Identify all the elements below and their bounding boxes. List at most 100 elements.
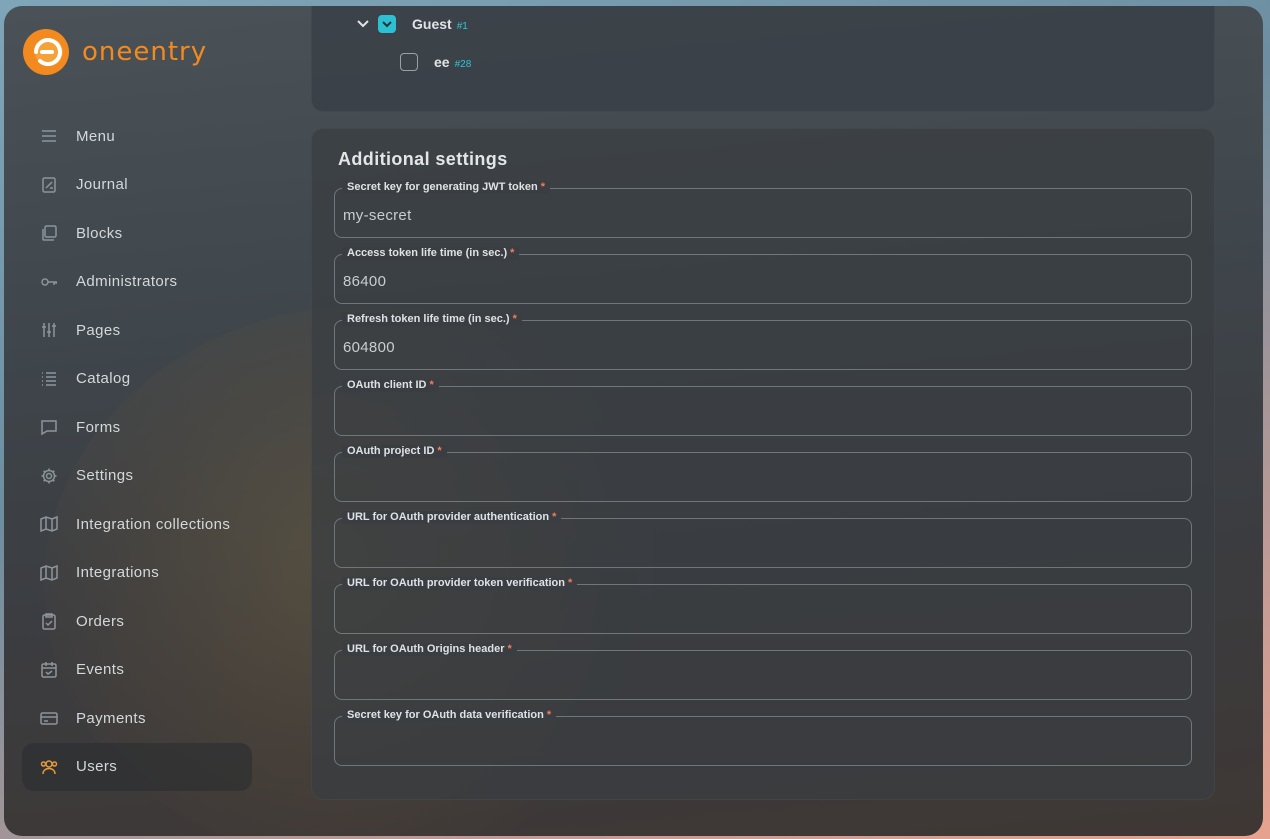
jwt-secret-input[interactable] — [343, 204, 1163, 226]
brand-logo[interactable]: oneentry — [22, 28, 207, 76]
sidebar-item-label: Catalog — [76, 370, 131, 388]
blocks-icon — [42, 225, 57, 241]
sidebar-item-journal[interactable]: Journal — [22, 161, 252, 210]
oauth-data-verification-secret-field: Secret key for OAuth data verification * — [334, 709, 1192, 766]
brand-name-part1: one — [82, 37, 134, 67]
sidebar-item-payments[interactable]: Payments — [22, 694, 252, 743]
sliders-icon — [42, 323, 56, 338]
field-label-text: Refresh token life time (in sec.) — [347, 313, 510, 325]
sidebar-item-users[interactable]: Users — [22, 742, 252, 791]
required-mark: * — [540, 181, 545, 193]
required-mark: * — [429, 379, 434, 391]
sidebar-item-settings[interactable]: Settings — [22, 452, 252, 501]
sidebar-item-label: Integration collections — [76, 515, 231, 533]
tree-item-label: ee — [434, 54, 450, 70]
required-mark: * — [437, 445, 442, 457]
menu-icon — [42, 130, 56, 142]
oneentry-logo-icon — [23, 29, 69, 75]
field-label: Access token life time (in sec.) * — [342, 247, 520, 260]
sidebar-item-forms[interactable]: Forms — [22, 403, 252, 452]
field-label-text: URL for OAuth Origins header — [347, 643, 505, 655]
users-icon — [40, 760, 58, 774]
required-mark: * — [546, 709, 552, 721]
sidebar-item-menu[interactable]: Menu — [22, 112, 252, 161]
list-icon — [42, 372, 56, 386]
oauth-data-verification-secret-input[interactable] — [343, 732, 1163, 754]
required-mark: * — [568, 577, 573, 589]
sidebar-item-label: Pages — [76, 321, 121, 339]
oauth-auth-url-field: URL for OAuth provider authentication * — [334, 511, 1192, 568]
tree-item-label: Guest — [412, 16, 452, 32]
map-icon — [40, 564, 58, 581]
journal-icon — [42, 177, 56, 193]
refresh-token-lifetime-input[interactable] — [343, 336, 1163, 358]
app-window: oneentry Menu Journal Blocks Administrat… — [4, 6, 1263, 836]
sidebar-item-label: Orders — [76, 612, 125, 630]
key-icon — [41, 278, 57, 286]
field-label: Refresh token life time (in sec.) * — [342, 313, 522, 326]
oauth-project-id-input[interactable] — [343, 468, 1163, 490]
sidebar-item-catalog[interactable]: Catalog — [22, 355, 252, 404]
map-icon — [40, 516, 58, 533]
required-mark: * — [552, 511, 557, 523]
sidebar: oneentry Menu Journal Blocks Administrat… — [4, 6, 304, 836]
jwt-secret-field: Secret key for generating JWT token * — [334, 181, 1192, 238]
brand-name: oneentry — [82, 37, 207, 67]
sidebar-item-label: Payments — [76, 709, 146, 727]
field-label: URL for OAuth Origins header * — [342, 643, 517, 656]
field-label: Secret key for generating JWT token * — [342, 181, 550, 194]
sidebar-item-label: Settings — [76, 467, 134, 485]
sidebar-item-integration-collections[interactable]: Integration collections — [22, 500, 252, 549]
required-mark: * — [512, 313, 517, 325]
sidebar-nav: Menu Journal Blocks Administrators Pages… — [22, 112, 252, 791]
field-label-text: OAuth client ID — [347, 379, 427, 391]
tree-item-id: #28 — [454, 58, 472, 70]
sidebar-item-label: Users — [76, 758, 118, 776]
chat-icon — [41, 420, 57, 436]
field-label-text: URL for OAuth provider token verificatio… — [347, 577, 565, 589]
field-label: Secret key for OAuth data verification * — [342, 709, 557, 722]
field-label: OAuth project ID * — [342, 445, 447, 458]
tree-item-ee: ee #28 — [400, 53, 471, 71]
gear-icon — [41, 468, 57, 484]
required-mark: * — [507, 643, 512, 655]
oauth-client-id-field: OAuth client ID * — [334, 379, 1192, 436]
sidebar-item-integrations[interactable]: Integrations — [22, 549, 252, 598]
calendar-icon — [41, 661, 57, 678]
required-mark: * — [510, 247, 515, 259]
sidebar-item-blocks[interactable]: Blocks — [22, 209, 252, 258]
sidebar-item-pages[interactable]: Pages — [22, 306, 252, 355]
sidebar-item-events[interactable]: Events — [22, 646, 252, 695]
clipboard-check-icon — [42, 613, 56, 630]
sidebar-item-orders[interactable]: Orders — [22, 597, 252, 646]
field-label-text: Secret key for generating JWT token — [347, 181, 538, 193]
access-token-lifetime-field: Access token life time (in sec.) * — [334, 247, 1192, 304]
field-label-text: Access token life time (in sec.) — [347, 247, 508, 259]
sidebar-item-label: Forms — [76, 418, 121, 436]
oauth-origins-header-url-input[interactable] — [343, 666, 1163, 688]
guest-checkbox[interactable] — [378, 15, 396, 33]
section-title: Additional settings — [338, 149, 508, 169]
additional-settings-panel: Additional settings Secret key for gener… — [311, 128, 1215, 800]
sidebar-item-label: Events — [76, 661, 125, 679]
chevron-down-icon[interactable] — [356, 17, 370, 31]
brand-name-part2: entry — [133, 37, 208, 67]
oauth-client-id-input[interactable] — [343, 402, 1163, 424]
field-label-text: URL for OAuth provider authentication — [347, 511, 550, 523]
roles-tree-panel: Guest #1 ee #28 — [311, 6, 1215, 112]
access-token-lifetime-input[interactable] — [343, 270, 1163, 292]
tree-item-guest: Guest #1 — [356, 15, 468, 33]
sidebar-item-label: Integrations — [76, 564, 160, 582]
ee-checkbox[interactable] — [400, 53, 418, 71]
field-label: URL for OAuth provider authentication * — [342, 511, 562, 524]
field-label-text: OAuth project ID — [347, 445, 435, 457]
sidebar-item-label: Administrators — [76, 273, 178, 291]
oauth-origins-header-url-field: URL for OAuth Origins header * — [334, 643, 1192, 700]
sidebar-item-administrators[interactable]: Administrators — [22, 258, 252, 307]
field-label: URL for OAuth provider token verificatio… — [342, 577, 578, 590]
oauth-auth-url-input[interactable] — [343, 534, 1163, 556]
oauth-project-id-field: OAuth project ID * — [334, 445, 1192, 502]
oauth-token-verification-url-input[interactable] — [343, 600, 1163, 622]
tree-item-id: #1 — [456, 20, 468, 32]
sidebar-item-label: Journal — [76, 176, 128, 194]
